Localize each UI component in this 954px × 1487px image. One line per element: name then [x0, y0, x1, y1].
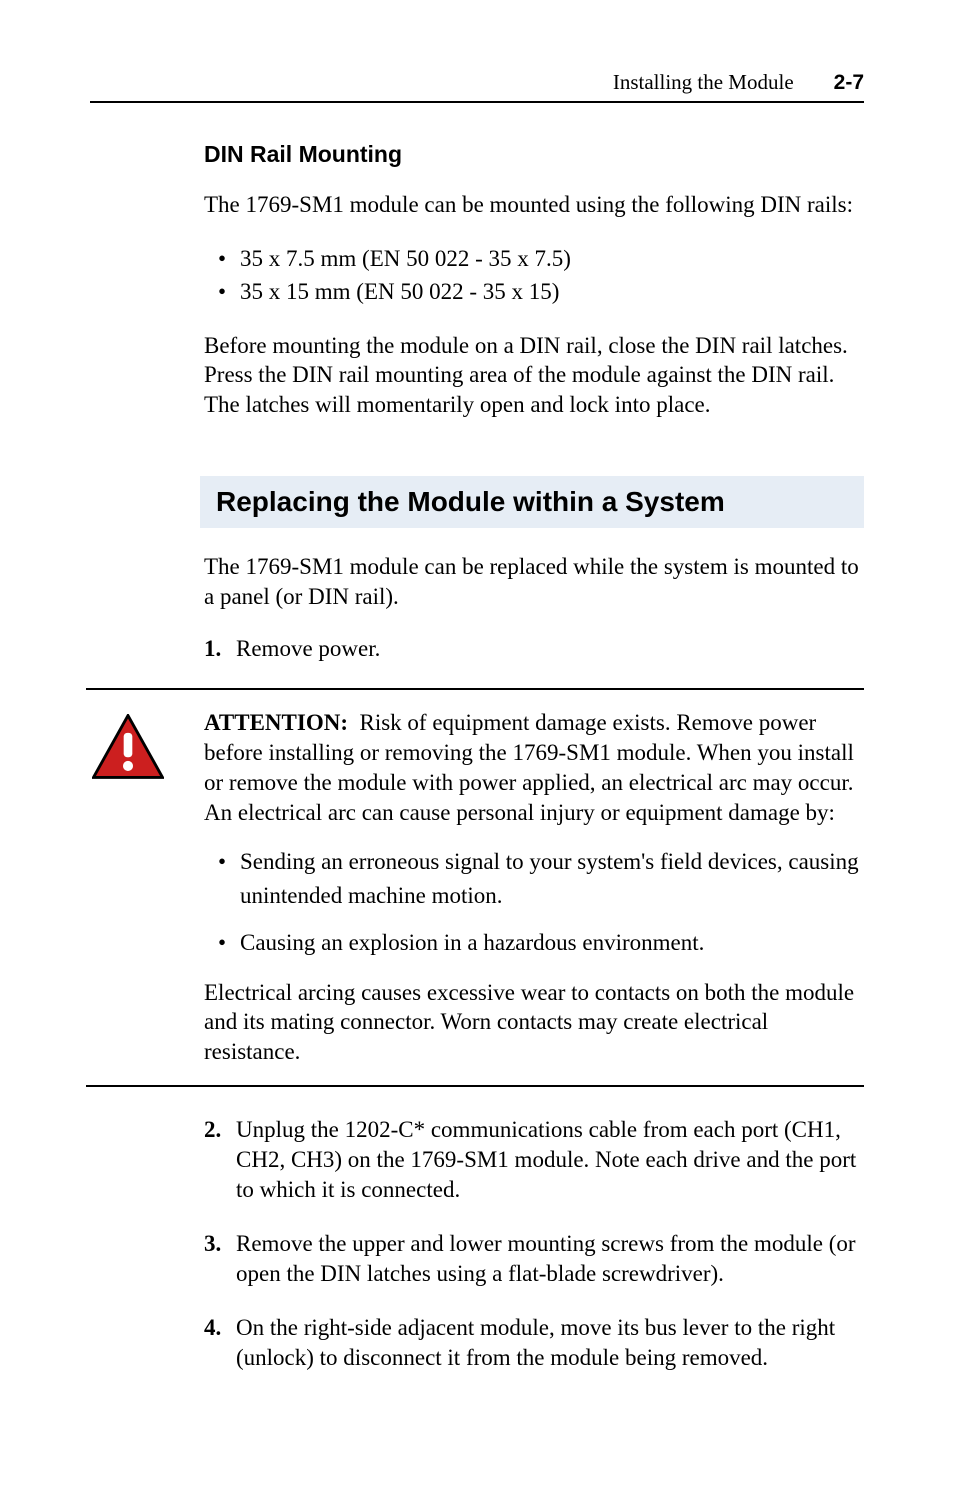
step-text: Remove power. [236, 634, 380, 664]
list-item: 35 x 15 mm (EN 50 022 - 35 x 15) [240, 275, 864, 308]
step-text: On the right-side adjacent module, move … [236, 1313, 864, 1373]
step-text: Unplug the 1202-C* communications cable … [236, 1115, 864, 1205]
replace-intro: The 1769-SM1 module can be replaced whil… [204, 552, 864, 612]
din-rail-list: 35 x 7.5 mm (EN 50 022 - 35 x 7.5) 35 x … [204, 242, 864, 309]
attention-body: ATTENTION: Risk of equipment damage exis… [204, 708, 864, 1067]
attention-trail: Electrical arcing causes excessive wear … [204, 978, 864, 1068]
section-banner: Replacing the Module within a System [200, 476, 864, 528]
attention-list: Sending an erroneous signal to your syst… [204, 845, 864, 959]
step-number: 4. [204, 1313, 236, 1373]
list-item: 35 x 7.5 mm (EN 50 022 - 35 x 7.5) [240, 242, 864, 275]
attention-triangle-icon [92, 708, 164, 784]
step-number: 3. [204, 1229, 236, 1289]
attention-label: ATTENTION: [204, 710, 348, 735]
din-rail-para: Before mounting the module on a DIN rail… [204, 331, 864, 421]
step-item: 4. On the right-side adjacent module, mo… [204, 1313, 864, 1373]
attention-lead: ATTENTION: Risk of equipment damage exis… [204, 708, 864, 828]
header-rule [90, 101, 864, 103]
step-item: 3. Remove the upper and lower mounting s… [204, 1229, 864, 1289]
step-item: 2. Unplug the 1202-C* communications cab… [204, 1115, 864, 1205]
replace-steps-continued: 2. Unplug the 1202-C* communications cab… [204, 1115, 864, 1372]
step-number: 2. [204, 1115, 236, 1205]
page-header-title: Installing the Module [613, 70, 794, 95]
din-rail-intro: The 1769-SM1 module can be mounted using… [204, 190, 864, 220]
din-rail-heading: DIN Rail Mounting [204, 141, 864, 168]
page-number: 2-7 [834, 71, 864, 95]
replace-heading: Replacing the Module within a System [216, 486, 848, 518]
page-content: DIN Rail Mounting The 1769-SM1 module ca… [90, 141, 864, 1372]
list-item: Sending an erroneous signal to your syst… [240, 845, 864, 912]
list-item: Causing an explosion in a hazardous envi… [240, 926, 864, 959]
step-text: Remove the upper and lower mounting scre… [236, 1229, 864, 1289]
replace-steps: 1. Remove power. [204, 634, 864, 664]
page-header: Installing the Module 2-7 [90, 70, 864, 95]
step-item: 1. Remove power. [204, 634, 864, 664]
attention-callout: ATTENTION: Risk of equipment damage exis… [86, 688, 864, 1087]
step-number: 1. [204, 634, 236, 664]
